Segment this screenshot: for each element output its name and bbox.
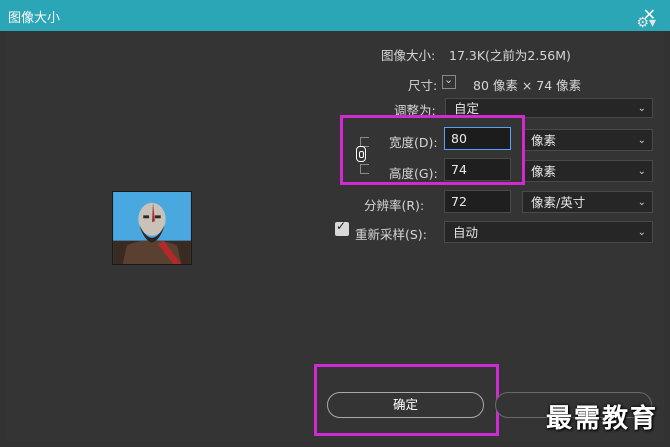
- resample-select[interactable]: 自动 ⌄: [444, 221, 653, 243]
- chevron-down-icon: ⌄: [637, 103, 646, 114]
- dimensions-label: 尺寸:: [408, 78, 438, 93]
- dimensions-value: 80 像素 × 74 像素: [473, 78, 582, 93]
- resample-value: 自动: [453, 225, 479, 240]
- height-unit-value: 像素: [531, 164, 557, 179]
- resample-label: 重新采样(S):: [355, 227, 427, 242]
- checkbox-check-icon: ✓: [336, 219, 347, 233]
- image-size-label: 图像大小:: [381, 48, 436, 63]
- resolution-unit-select[interactable]: 像素/英寸 ⌄: [522, 191, 653, 213]
- chevron-down-icon: ⌄: [444, 73, 454, 86]
- width-unit-select[interactable]: 像素 ⌄: [522, 129, 653, 151]
- ok-button[interactable]: 确定: [327, 392, 484, 418]
- title-bar: 图像大小 ✕: [0, 0, 670, 31]
- resolution-unit-value: 像素/英寸: [531, 195, 586, 210]
- watermark-text: 最需教育: [546, 404, 659, 434]
- width-height-highlight: [340, 115, 525, 185]
- width-unit-value: 像素: [531, 133, 557, 148]
- fit-to-value: 自定: [454, 101, 480, 116]
- gear-icon[interactable]: ⚙▾: [636, 15, 656, 31]
- resolution-input[interactable]: 72: [444, 190, 511, 213]
- resolution-label: 分辨率(R):: [364, 198, 425, 213]
- height-unit-select[interactable]: 像素 ⌄: [522, 160, 653, 182]
- chevron-down-icon: ⌄: [637, 227, 646, 238]
- resample-checkbox[interactable]: ✓: [335, 219, 349, 236]
- chevron-down-icon: ⌄: [637, 166, 646, 177]
- chevron-down-icon: ⌄: [637, 197, 646, 208]
- window-title: 图像大小: [8, 11, 61, 26]
- chevron-down-icon: ⌄: [637, 135, 646, 146]
- image-size-value: 17.3K(之前为2.56M): [449, 48, 571, 63]
- dimensions-toggle[interactable]: ⌄: [442, 73, 456, 89]
- image-preview: [112, 191, 192, 265]
